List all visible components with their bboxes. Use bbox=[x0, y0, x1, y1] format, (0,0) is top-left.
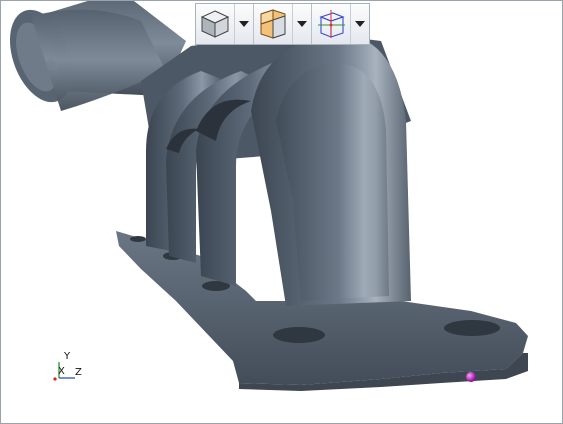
display-style-group bbox=[196, 4, 254, 44]
z-axis-label: Z bbox=[75, 367, 82, 378]
view-orientation-cube-icon bbox=[318, 10, 345, 38]
display-style-button[interactable] bbox=[196, 4, 234, 44]
view-toolbar bbox=[195, 3, 370, 45]
chevron-down-icon bbox=[239, 21, 249, 27]
section-view-group bbox=[254, 4, 312, 44]
x-axis-label: X bbox=[58, 366, 65, 377]
triad-axes-icon bbox=[53, 362, 75, 381]
y-axis-label: Y bbox=[64, 351, 71, 362]
3d-viewport[interactable]: Y X Z bbox=[0, 0, 563, 424]
view-orientation-dropdown[interactable] bbox=[350, 4, 369, 44]
display-style-dropdown[interactable] bbox=[234, 4, 253, 44]
flange-bolt-hole bbox=[444, 320, 500, 336]
chevron-down-icon bbox=[297, 21, 307, 27]
coordinate-triad: Y X Z bbox=[47, 349, 97, 389]
pivot-point-marker bbox=[466, 372, 476, 382]
display-style-shaded-cube-icon bbox=[200, 10, 230, 38]
section-view-dropdown[interactable] bbox=[292, 4, 311, 44]
flange-bolt-hole bbox=[130, 236, 146, 242]
view-orientation-button[interactable] bbox=[312, 4, 350, 44]
section-view-button[interactable] bbox=[254, 4, 292, 44]
view-orientation-group bbox=[312, 4, 369, 44]
chevron-down-icon bbox=[355, 21, 365, 27]
flange-bolt-hole bbox=[273, 327, 325, 343]
section-view-icon bbox=[260, 9, 286, 39]
